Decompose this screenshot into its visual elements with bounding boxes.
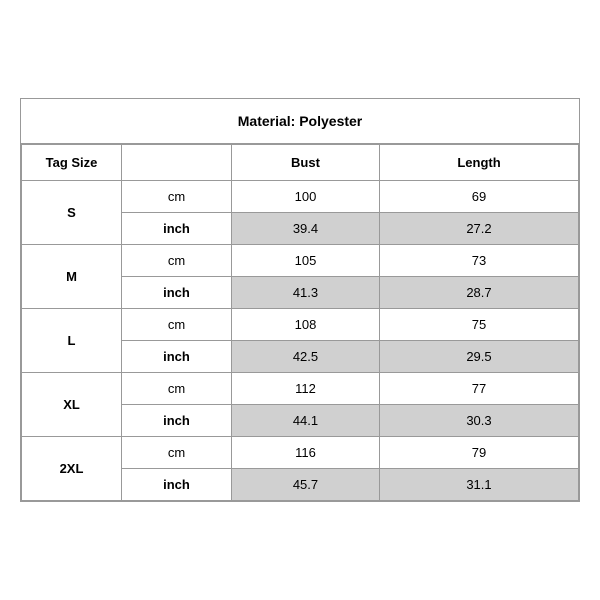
chart-title: Material: Polyester: [21, 99, 579, 144]
header-tag-size: Tag Size: [22, 145, 122, 181]
unit-cm-cell: cm: [122, 245, 232, 277]
tag-size-cell: L: [22, 309, 122, 373]
table-row: XLcm11277: [22, 373, 579, 405]
header-length: Length: [379, 145, 578, 181]
bust-inch-value: 42.5: [232, 341, 380, 373]
length-inch-value: 31.1: [379, 469, 578, 501]
bust-inch-value: 41.3: [232, 277, 380, 309]
unit-inch-cell: inch: [122, 469, 232, 501]
length-cm-value: 73: [379, 245, 578, 277]
table-row: Mcm10573: [22, 245, 579, 277]
bust-inch-value: 39.4: [232, 213, 380, 245]
length-cm-value: 75: [379, 309, 578, 341]
bust-inch-value: 44.1: [232, 405, 380, 437]
table-row: 2XLcm11679: [22, 437, 579, 469]
unit-cm-cell: cm: [122, 437, 232, 469]
unit-inch-cell: inch: [122, 405, 232, 437]
length-inch-value: 30.3: [379, 405, 578, 437]
header-bust: Bust: [232, 145, 380, 181]
unit-cm-cell: cm: [122, 309, 232, 341]
bust-cm-value: 116: [232, 437, 380, 469]
length-inch-value: 27.2: [379, 213, 578, 245]
size-chart: Material: Polyester Tag Size Bust Length…: [20, 98, 580, 502]
length-cm-value: 79: [379, 437, 578, 469]
unit-inch-cell: inch: [122, 341, 232, 373]
table-row: Scm10069: [22, 181, 579, 213]
tag-size-cell: XL: [22, 373, 122, 437]
tag-size-cell: M: [22, 245, 122, 309]
tag-size-cell: S: [22, 181, 122, 245]
size-table: Tag Size Bust Length Scm10069inch39.427.…: [21, 144, 579, 501]
length-inch-value: 29.5: [379, 341, 578, 373]
length-cm-value: 77: [379, 373, 578, 405]
unit-inch-cell: inch: [122, 213, 232, 245]
bust-cm-value: 105: [232, 245, 380, 277]
bust-inch-value: 45.7: [232, 469, 380, 501]
length-inch-value: 28.7: [379, 277, 578, 309]
unit-cm-cell: cm: [122, 373, 232, 405]
header-unit-spacer: [122, 145, 232, 181]
unit-inch-cell: inch: [122, 277, 232, 309]
tag-size-cell: 2XL: [22, 437, 122, 501]
bust-cm-value: 100: [232, 181, 380, 213]
length-cm-value: 69: [379, 181, 578, 213]
unit-cm-cell: cm: [122, 181, 232, 213]
bust-cm-value: 112: [232, 373, 380, 405]
table-header-row: Tag Size Bust Length: [22, 145, 579, 181]
table-row: Lcm10875: [22, 309, 579, 341]
bust-cm-value: 108: [232, 309, 380, 341]
table-body: Scm10069inch39.427.2Mcm10573inch41.328.7…: [22, 181, 579, 501]
